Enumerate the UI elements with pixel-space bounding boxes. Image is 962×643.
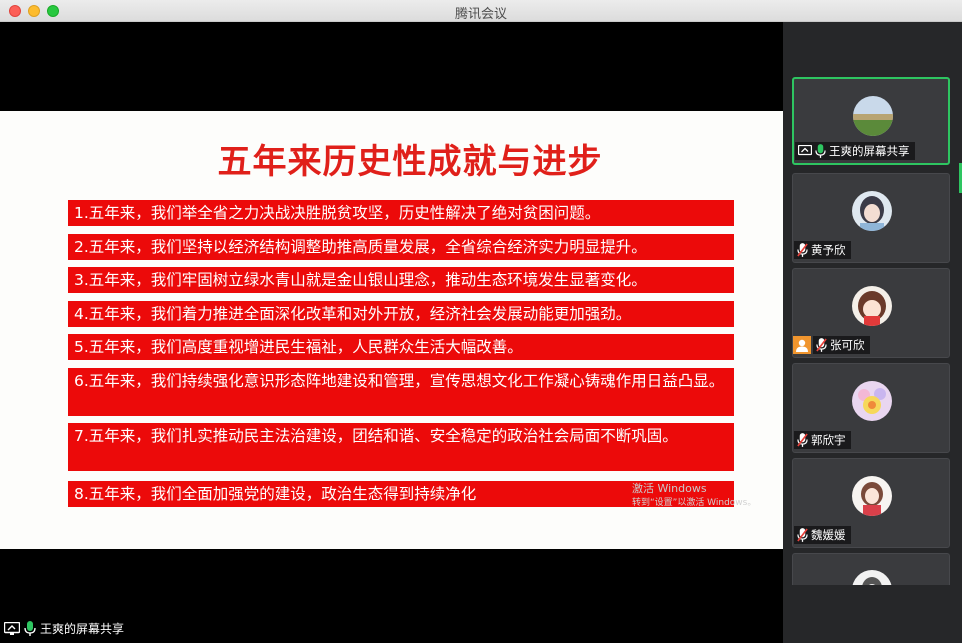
microphone-muted-icon — [816, 338, 827, 352]
avatar — [852, 381, 892, 421]
participant-namebar: 张可欣 — [813, 336, 870, 354]
screen-share-icon — [4, 621, 20, 635]
slide-item: 4.五年来，我们着力推进全面深化改革和对外开放，经济社会发展动能更加强劲。 — [68, 301, 734, 327]
participant-name: 黄予欣 — [811, 243, 846, 257]
watermark-line2: 转到“设置”以激活 Windows。 — [632, 498, 757, 508]
screen-share-icon — [798, 145, 812, 156]
cartoon-girl-avatar-icon — [852, 286, 892, 326]
participant-name: 郭欣宇 — [811, 433, 846, 447]
participant-name: 王爽的屏幕共享 — [829, 144, 910, 158]
avatar — [852, 286, 892, 326]
screen-share-label: 王爽的屏幕共享 — [40, 621, 125, 636]
sketch-avatar-icon — [852, 570, 892, 585]
participant-panel[interactable]: 王爽的屏幕共享 黄予欣 张可欣 郭欣宇 魏媛媛 — [783, 22, 962, 643]
flower-avatar-icon — [852, 381, 892, 421]
girl-avatar-icon — [852, 191, 892, 231]
slide-item: 2.五年来，我们坚持以经济结构调整助推高质量发展，全省综合经济实力明显提升。 — [68, 234, 734, 260]
avatar — [852, 476, 892, 516]
participant-name: 魏媛媛 — [811, 528, 846, 542]
activate-windows-watermark: 激活 Windows 转到“设置”以激活 Windows。 — [632, 482, 756, 510]
slide-item: 1.五年来，我们举全省之力决战决胜脱贫攻坚，历史性解决了绝对贫困问题。 — [68, 200, 734, 226]
slide-item: 7.五年来，我们扎实推动民主法治建设，团结和谐、安全稳定的政治社会局面不断巩固。 — [68, 423, 734, 471]
slide-item: 5.五年来，我们高度重视增进民生福祉，人民群众生活大幅改善。 — [68, 334, 734, 360]
participant-name: 张可欣 — [830, 338, 865, 352]
presentation-slide: 五年来历史性成就与进步 1.五年来，我们举全省之力决战决胜脱贫攻坚，历史性解决了… — [0, 111, 783, 549]
landscape-avatar-icon — [853, 96, 893, 136]
participant-tile[interactable]: 郭欣宇 — [792, 363, 950, 453]
slide-item: 6.五年来，我们持续强化意识形态阵地建设和管理，宣传思想文化工作凝心铸魂作用日益… — [68, 368, 734, 416]
watermark-line1: 激活 Windows — [632, 482, 707, 495]
slide-title: 五年来历史性成就与进步 — [217, 142, 603, 182]
illustrated-girl-avatar-icon — [852, 476, 892, 516]
microphone-on-icon — [24, 620, 36, 636]
window-titlebar: 腾讯会议 — [0, 0, 962, 22]
participant-tile[interactable]: 张可欣 — [792, 268, 950, 358]
person-icon — [793, 336, 811, 354]
window-title: 腾讯会议 — [454, 7, 507, 22]
avatar — [852, 570, 892, 585]
screen-share-indicator: 王爽的屏幕共享 — [4, 619, 124, 637]
microphone-muted-icon — [797, 433, 808, 447]
participant-namebar: 王爽的屏幕共享 — [795, 142, 915, 160]
microphone-on-icon — [815, 144, 826, 158]
slide-item: 3.五年来，我们牢固树立绿水青山就是金山银山理念，推动生态环境发生显著变化。 — [68, 267, 734, 293]
avatar — [852, 191, 892, 231]
microphone-muted-icon — [797, 528, 808, 542]
participant-tile[interactable] — [792, 553, 950, 585]
avatar — [853, 96, 893, 136]
participant-tile[interactable]: 魏媛媛 — [792, 458, 950, 548]
participant-namebar: 魏媛媛 — [794, 526, 851, 544]
participant-namebar: 郭欣宇 — [794, 431, 851, 449]
microphone-muted-icon — [797, 243, 808, 257]
participant-tile[interactable]: 黄予欣 — [792, 173, 950, 263]
participant-tile[interactable]: 王爽的屏幕共享 — [792, 77, 950, 165]
participant-namebar: 黄予欣 — [794, 241, 851, 259]
